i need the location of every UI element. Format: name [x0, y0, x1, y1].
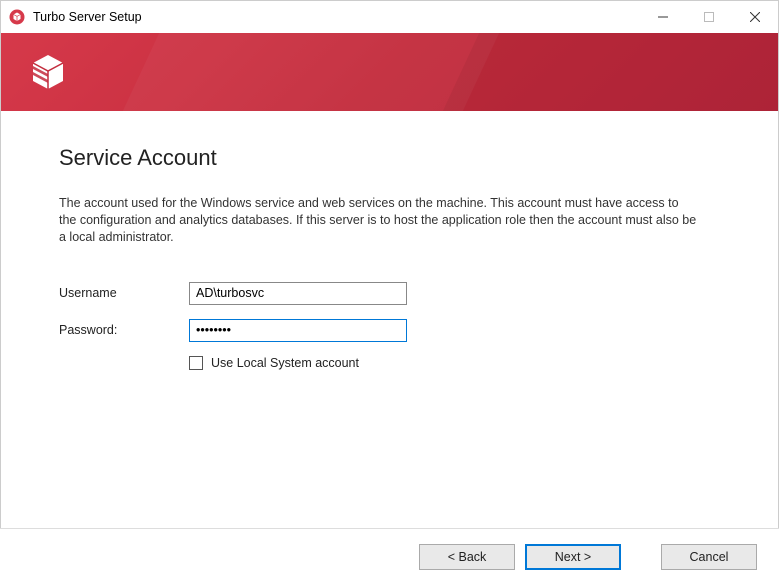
page-title: Service Account: [59, 145, 722, 171]
close-button[interactable]: [732, 1, 778, 33]
cancel-button[interactable]: Cancel: [661, 544, 757, 570]
window-controls: [640, 1, 778, 33]
window-title: Turbo Server Setup: [33, 10, 142, 24]
password-label: Password:: [59, 323, 189, 337]
minimize-button[interactable]: [640, 1, 686, 33]
back-button[interactable]: < Back: [419, 544, 515, 570]
local-system-checkbox[interactable]: [189, 356, 203, 370]
header-band: [1, 33, 778, 111]
password-input[interactable]: [189, 319, 407, 342]
local-system-label: Use Local System account: [211, 356, 359, 370]
local-system-row: Use Local System account: [189, 356, 722, 370]
content-area: Service Account The account used for the…: [1, 111, 778, 370]
titlebar: Turbo Server Setup: [1, 1, 778, 33]
username-label: Username: [59, 286, 189, 300]
username-input[interactable]: [189, 282, 407, 305]
page-description: The account used for the Windows service…: [59, 195, 699, 246]
password-row: Password:: [59, 319, 722, 342]
next-button[interactable]: Next >: [525, 544, 621, 570]
footer: < Back Next > Cancel: [0, 528, 779, 584]
username-row: Username: [59, 282, 722, 305]
app-icon: [9, 9, 25, 25]
logo-icon: [27, 51, 69, 93]
maximize-button: [686, 1, 732, 33]
